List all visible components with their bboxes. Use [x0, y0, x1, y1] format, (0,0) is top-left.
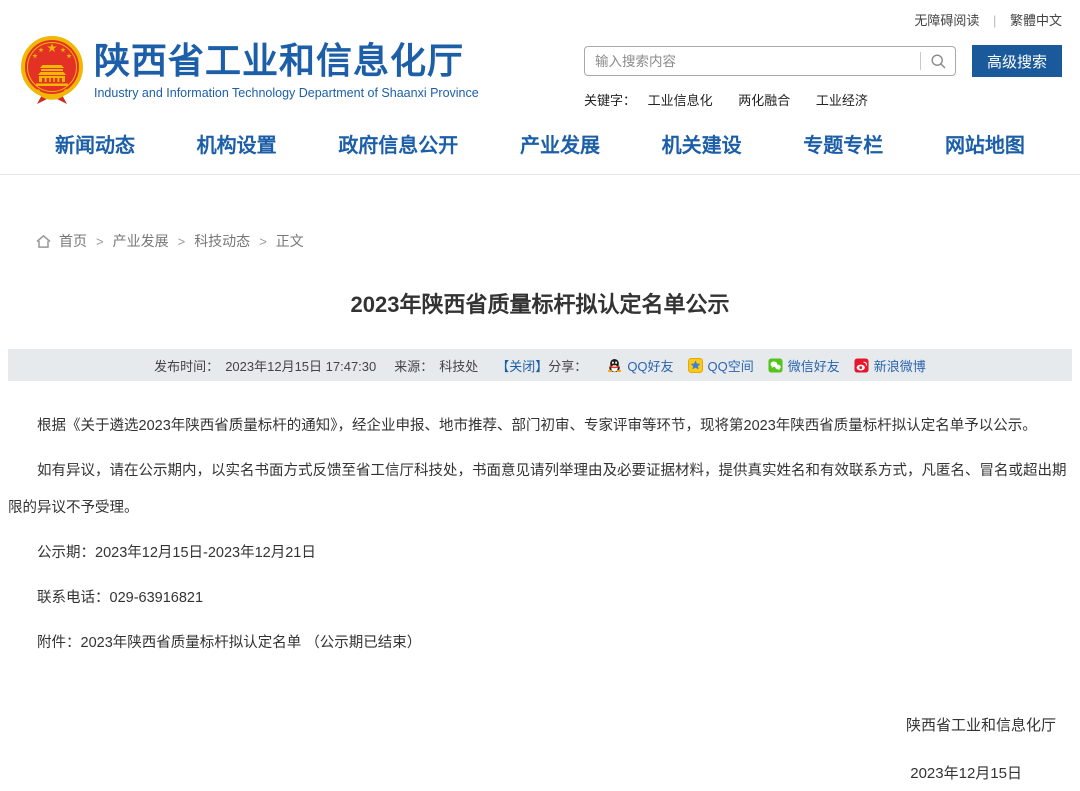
keyword-link-industrial-economy[interactable]: 工业经济	[816, 93, 868, 108]
share-qzone[interactable]: QQ空间	[688, 356, 754, 375]
publish-time: 2023年12月15日 17:47:30	[225, 356, 376, 375]
share-label: 分享：	[548, 356, 587, 375]
breadcrumb: 首页 > 产业发展 > 科技动态 > 正文	[36, 231, 1072, 251]
breadcrumb-separator: >	[96, 234, 104, 249]
breadcrumb-tech-news[interactable]: 科技动态	[194, 231, 250, 251]
breadcrumb-industry[interactable]: 产业发展	[113, 231, 169, 251]
paragraph-contact-phone: 联系电话：029-63916821	[8, 580, 1072, 617]
top-utility-bar: 无障碍阅读 | 繁體中文	[0, 0, 1080, 29]
article-title: 2023年陕西省质量标杆拟认定名单公示	[8, 287, 1072, 319]
article-body: 根据《关于遴选2023年陕西省质量标杆的通知》，经企业申报、地市推荐、部门初审、…	[8, 408, 1072, 662]
source-value: 科技处	[439, 356, 478, 375]
share-qq-friend-label: QQ好友	[627, 356, 673, 375]
publish-time-label: 发布时间：	[154, 356, 219, 375]
advanced-search-button[interactable]: 高级搜索	[972, 45, 1062, 77]
site-header: 陕西省工业和信息化厅 Industry and Information Tech…	[0, 29, 1080, 119]
topbar-separator: |	[993, 13, 996, 28]
nav-item-organization[interactable]: 机构设置	[197, 129, 277, 158]
keywords-label: 关键字：	[584, 93, 636, 108]
site-logo-link[interactable]: 陕西省工业和信息化厅 Industry and Information Tech…	[20, 35, 479, 105]
paragraph-objection: 如有异议，请在公示期内，以实名书面方式反馈至省工信厅科技处，书面意见请列举理由及…	[8, 453, 1072, 527]
share-wechat[interactable]: 微信好友	[768, 356, 840, 375]
nav-item-agency[interactable]: 机关建设	[662, 129, 742, 158]
close-button[interactable]: 【关闭】	[496, 356, 548, 375]
breadcrumb-home[interactable]: 首页	[59, 231, 87, 251]
paragraph-publicity-period: 公示期：2023年12月15日-2023年12月21日	[8, 535, 1072, 572]
breadcrumb-separator: >	[259, 234, 267, 249]
site-subtitle: Industry and Information Technology Depa…	[94, 86, 479, 100]
article-meta-bar: 发布时间： 2023年12月15日 17:47:30 来源： 科技处 【关闭】 …	[8, 349, 1072, 381]
accessibility-link[interactable]: 无障碍阅读	[914, 13, 979, 28]
article-signature-block: 陕西省工业和信息化厅 2023年12月15日	[8, 714, 1072, 783]
nav-item-sitemap[interactable]: 网站地图	[945, 129, 1025, 158]
qzone-icon	[688, 358, 703, 373]
keyword-link-industry-informatization[interactable]: 工业信息化	[648, 93, 713, 108]
main-nav: 新闻动态 机构设置 政府信息公开 产业发展 机关建设 专题专栏 网站地图	[0, 119, 1080, 175]
home-icon	[36, 234, 51, 249]
keyword-link-integration[interactable]: 两化融合	[738, 93, 790, 108]
nav-item-special[interactable]: 专题专栏	[803, 129, 883, 158]
share-qzone-label: QQ空间	[708, 356, 754, 375]
share-wechat-label: 微信好友	[788, 356, 840, 375]
site-titles: 陕西省工业和信息化厅 Industry and Information Tech…	[94, 41, 479, 100]
nav-item-industry[interactable]: 产业发展	[520, 129, 600, 158]
content-area: 首页 > 产业发展 > 科技动态 > 正文 2023年陕西省质量标杆拟认定名单公…	[0, 231, 1080, 783]
share-qq-friend[interactable]: QQ好友	[607, 356, 673, 375]
traditional-chinese-link[interactable]: 繁體中文	[1010, 13, 1062, 28]
signature-department: 陕西省工业和信息化厅	[8, 714, 1056, 735]
site-title: 陕西省工业和信息化厅	[94, 41, 479, 81]
search-icon[interactable]	[921, 53, 955, 70]
share-weibo[interactable]: 新浪微博	[854, 356, 926, 375]
qq-icon	[607, 358, 622, 373]
page: 无障碍阅读 | 繁體中文	[0, 0, 1080, 783]
search-block: 高级搜索 关键字： 工业信息化 两化融合 工业经济	[584, 45, 1062, 109]
paragraph-attachment: 附件：2023年陕西省质量标杆拟认定名单 （公示期已结束）	[8, 625, 1072, 662]
breadcrumb-current: 正文	[276, 231, 304, 251]
wechat-icon	[768, 358, 783, 373]
search-box	[584, 46, 956, 76]
search-input[interactable]	[585, 54, 920, 69]
source-label: 来源：	[394, 356, 433, 375]
signature-date: 2023年12月15日	[8, 762, 1022, 783]
nav-item-news[interactable]: 新闻动态	[55, 129, 135, 158]
share-weibo-label: 新浪微博	[874, 356, 926, 375]
national-emblem-logo	[20, 35, 84, 105]
hot-keywords: 关键字： 工业信息化 两化融合 工业经济	[584, 90, 1062, 109]
weibo-icon	[854, 358, 869, 373]
nav-item-gov-info[interactable]: 政府信息公开	[338, 129, 458, 158]
paragraph-basis: 根据《关于遴选2023年陕西省质量标杆的通知》，经企业申报、地市推荐、部门初审、…	[8, 408, 1072, 445]
breadcrumb-separator: >	[178, 234, 186, 249]
